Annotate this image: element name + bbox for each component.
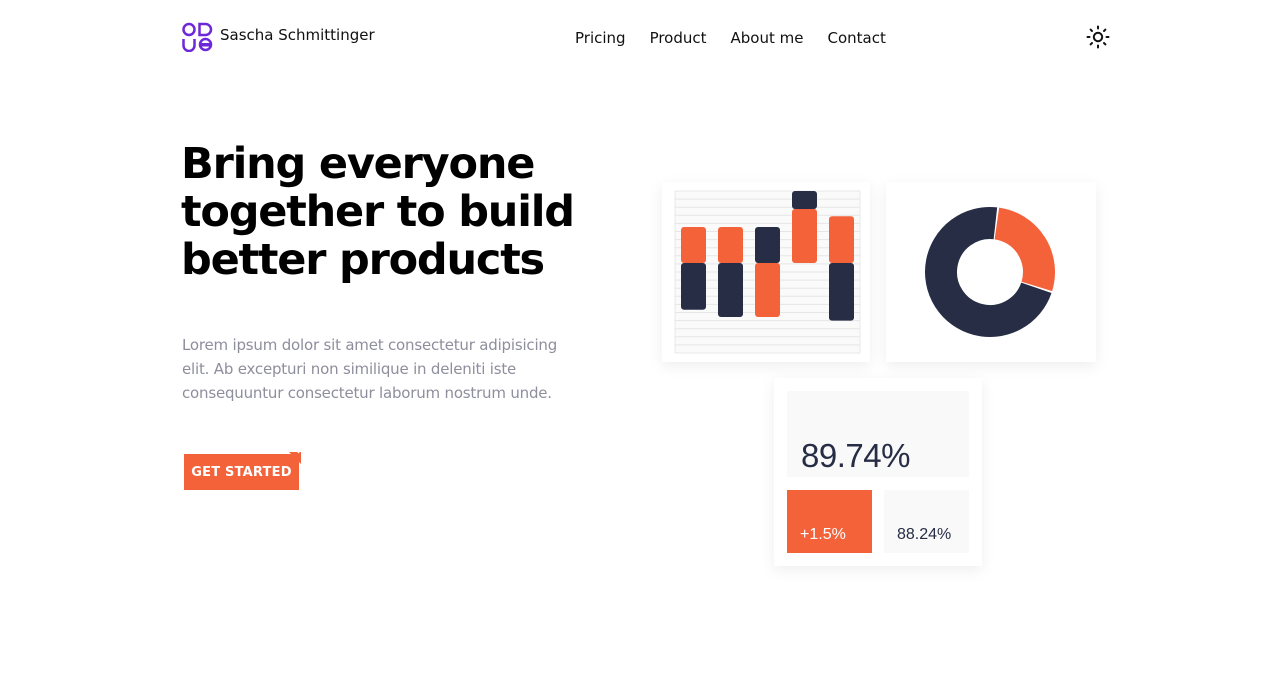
site-header: Sascha Schmittinger Pricing Product Abou… <box>0 0 1268 76</box>
bar-2-4 <box>792 191 817 209</box>
bar-1-4 <box>792 209 817 263</box>
nav-product[interactable]: Product <box>650 28 707 48</box>
donut-chart <box>925 207 1055 337</box>
bar-chart-card <box>662 182 870 362</box>
donut-chart-card <box>886 182 1096 362</box>
secondary-stat-tile: 88.24% <box>884 490 969 553</box>
change-stat-tile: +1.5% <box>787 490 872 553</box>
bar-1-1 <box>681 227 706 263</box>
bar-1-2 <box>718 227 743 263</box>
bar-2-3 <box>755 227 780 263</box>
stats-card: 89.74% +1.5% 88.24% <box>774 378 982 566</box>
bar-1-5 <box>829 216 854 263</box>
brand[interactable]: Sascha Schmittinger <box>182 22 375 52</box>
change-stat-value: +1.5% <box>800 526 846 543</box>
cta-corner-decoration <box>289 452 301 464</box>
bar-chart <box>674 190 861 354</box>
donut-slice-1 <box>993 207 1055 292</box>
bar-2-2 <box>718 263 743 317</box>
bar-2-5 <box>829 263 854 321</box>
nav-about-me[interactable]: About me <box>731 28 804 48</box>
main-stat-tile: 89.74% <box>787 391 969 477</box>
brand-logo-icon[interactable] <box>182 22 213 52</box>
sun-icon <box>1086 25 1110 49</box>
cta-wrapper: GET STARTED <box>184 452 301 492</box>
hero-description: Lorem ipsum dolor sit amet consectetur a… <box>182 336 558 402</box>
get-started-button[interactable]: GET STARTED <box>184 454 299 490</box>
main-stat-value: 89.74% <box>801 437 910 474</box>
nav-pricing[interactable]: Pricing <box>575 28 626 48</box>
secondary-stat-value: 88.24% <box>897 526 952 543</box>
nav-contact[interactable]: Contact <box>827 28 885 48</box>
hero-title: Bring everyone together to build better … <box>181 139 575 285</box>
bar-1-3 <box>755 263 780 317</box>
bar-2-1 <box>681 263 706 310</box>
theme-toggle-button[interactable] <box>1086 25 1110 49</box>
main-nav: Pricing Product About me Contact <box>575 28 910 48</box>
brand-name: Sascha Schmittinger <box>220 26 375 44</box>
